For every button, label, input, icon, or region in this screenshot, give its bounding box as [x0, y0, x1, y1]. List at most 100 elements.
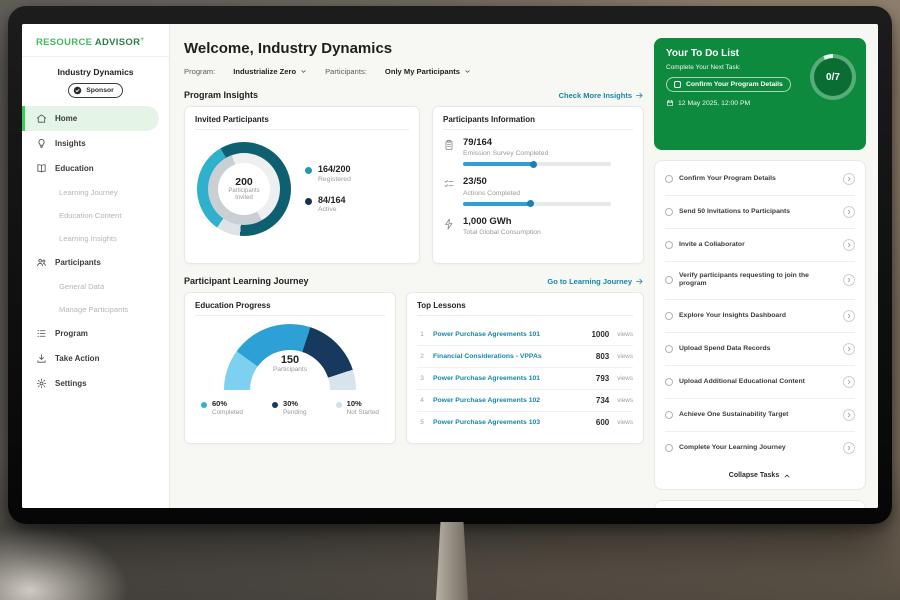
chevron-right-icon[interactable]	[843, 173, 855, 185]
page-title: Welcome, Industry Dynamics	[184, 40, 644, 57]
todo-next-task[interactable]: Confirm Your Program Details	[666, 77, 791, 92]
insights-cards-row: Invited Participants 200 Participants In…	[184, 106, 644, 264]
task-checkbox-icon[interactable]	[665, 411, 673, 419]
survey-icon	[443, 139, 455, 151]
task-item-invite-collaborator[interactable]: Invite a Collaborator	[665, 229, 855, 262]
chevron-right-icon[interactable]	[843, 310, 855, 322]
sidebar-item-education-content[interactable]: Education Content	[22, 204, 159, 227]
task-checkbox-icon[interactable]	[665, 345, 673, 353]
chevron-right-icon[interactable]	[843, 442, 855, 454]
sidebar-item-take-action[interactable]: Take Action	[22, 346, 159, 371]
legend-not-started: 10% Not Started	[336, 400, 379, 416]
task-checkbox-icon[interactable]	[665, 276, 673, 284]
sidebar-item-insights[interactable]: Insights	[22, 131, 159, 156]
donut-center-value: 200	[235, 176, 253, 188]
legend-dot-pending	[272, 402, 278, 408]
invited-donut-chart: 200 Participants Invited	[197, 142, 291, 236]
sidebar-item-general-data[interactable]: General Data	[22, 275, 159, 298]
task-checkbox-icon[interactable]	[665, 444, 673, 452]
chevron-right-icon[interactable]	[843, 343, 855, 355]
lesson-row: 2 Financial Considerations - VPPAs 803 v…	[417, 346, 633, 368]
lesson-link[interactable]: Power Purchase Agreements 102	[433, 397, 590, 404]
task-item-explore-insights[interactable]: Explore Your Insights Dashboard	[665, 300, 855, 333]
task-checkbox-icon[interactable]	[665, 378, 673, 386]
lesson-link[interactable]: Power Purchase Agreements 103	[433, 419, 590, 426]
legend-dot-active	[305, 198, 312, 205]
legend-dot-registered	[305, 167, 312, 174]
sidebar-item-home[interactable]: Home	[22, 106, 159, 131]
chevron-right-icon[interactable]	[843, 239, 855, 251]
task-item-upload-educational-content[interactable]: Upload Additional Educational Content	[665, 366, 855, 399]
lesson-row: 4 Power Purchase Agreements 102 734 view…	[417, 390, 633, 412]
task-item-achieve-target[interactable]: Achieve One Sustainability Target	[665, 399, 855, 432]
collapse-tasks-button[interactable]: Collapse Tasks	[665, 464, 855, 487]
sidebar-item-settings[interactable]: Settings	[22, 371, 159, 396]
app-logo: RESOURCE ADVISOR+	[22, 34, 169, 57]
sidebar-item-education[interactable]: Education	[22, 156, 159, 181]
check-more-insights-link[interactable]: Check More Insights	[559, 91, 644, 100]
legend-active: 84/164 Active	[305, 196, 351, 214]
checkbox-icon[interactable]	[674, 81, 681, 88]
lesson-link[interactable]: Power Purchase Agreements 101	[433, 375, 590, 382]
task-item-verify-participants[interactable]: Verify participants requesting to join t…	[665, 262, 855, 300]
chevron-down-icon	[464, 68, 471, 75]
lesson-row: 1 Power Purchase Agreements 101 1000 vie…	[417, 324, 633, 346]
lessons-card-title: Top Lessons	[417, 301, 633, 316]
task-checkbox-icon[interactable]	[665, 312, 673, 320]
calendar-icon	[666, 99, 674, 107]
info-row-consumption: 1,000 GWh Total Global Consumption	[443, 217, 633, 236]
invited-participants-card: Invited Participants 200 Participants In…	[184, 106, 420, 264]
sponsor-badge: Sponsor	[68, 83, 123, 98]
sidebar-item-program[interactable]: Program	[22, 321, 159, 346]
education-legend: 60% Completed 30% Pending	[195, 390, 385, 416]
sidebar-item-manage-participants[interactable]: Manage Participants	[22, 298, 159, 321]
task-checkbox-icon[interactable]	[665, 175, 673, 183]
task-item-send-invitations[interactable]: Send 50 Invitations to Participants	[665, 196, 855, 229]
info-row-emission-survey: 79/164 Emission Survey Completed	[443, 138, 633, 166]
section-title-program-insights: Program Insights	[184, 90, 258, 100]
sidebar-item-learning-insights[interactable]: Learning Insights	[22, 227, 159, 250]
invited-legend: 164/200 Registered 84/164 Active	[305, 165, 351, 214]
emission-survey-progressbar	[463, 162, 611, 166]
task-checkbox-icon[interactable]	[665, 208, 673, 216]
chevron-right-icon[interactable]	[843, 409, 855, 421]
todo-progress-ring: 0/7	[810, 54, 856, 100]
task-item-upload-spend-data[interactable]: Upload Spend Data Records	[665, 333, 855, 366]
sidebar-item-participants[interactable]: Participants	[22, 250, 159, 275]
top-lessons-card: Top Lessons 1 Power Purchase Agreements …	[406, 292, 644, 444]
task-item-complete-learning-journey[interactable]: Complete Your Learning Journey	[665, 432, 855, 464]
education-progress-card: Education Progress 150 Participants	[184, 292, 396, 444]
learning-cards-row: Education Progress 150 Participants	[184, 292, 644, 444]
lesson-link[interactable]: Financial Considerations - VPPAs	[433, 353, 590, 360]
chevron-right-icon[interactable]	[843, 376, 855, 388]
legend-dot-not-started	[336, 402, 342, 408]
chevron-right-icon[interactable]	[843, 274, 855, 286]
learning-journey-header: Participant Learning Journey Go to Learn…	[184, 276, 644, 286]
main-content: Welcome, Industry Dynamics Program: Indu…	[170, 24, 878, 508]
lesson-row: 3 Power Purchase Agreements 101 793 view…	[417, 368, 633, 390]
participants-filter[interactable]: Only My Participants	[385, 67, 471, 76]
todo-progress-count: 0/7	[826, 72, 840, 83]
dashboard-column: Welcome, Industry Dynamics Program: Indu…	[184, 38, 644, 508]
lesson-link[interactable]: Power Purchase Agreements 101	[433, 331, 585, 338]
task-item-confirm-program[interactable]: Confirm Your Program Details	[665, 163, 855, 196]
invited-card-title: Invited Participants	[195, 115, 409, 130]
participants-filter-label: Participants:	[325, 67, 367, 76]
chevron-right-icon[interactable]	[843, 206, 855, 218]
todo-summary-card: Your To Do List Complete Your Next Task:…	[654, 38, 866, 150]
recent-news-card: Recent News	[654, 500, 866, 508]
task-checkbox-icon[interactable]	[665, 241, 673, 249]
go-to-learning-journey-link[interactable]: Go to Learning Journey	[547, 277, 644, 286]
arrow-right-icon	[635, 277, 644, 286]
download-icon	[36, 353, 47, 364]
sidebar-item-learning-journey[interactable]: Learning Journey	[22, 181, 159, 204]
legend-dot-completed	[201, 402, 207, 408]
legend-completed: 60% Completed	[201, 400, 243, 416]
todo-column: Your To Do List Complete Your Next Task:…	[654, 38, 866, 508]
program-filter[interactable]: Industrialize Zero	[233, 67, 307, 76]
people-icon	[36, 257, 47, 268]
monitor-stand	[436, 522, 468, 600]
filter-bar: Program: Industrialize Zero Participants…	[184, 67, 644, 76]
section-title-learning-journey: Participant Learning Journey	[184, 276, 309, 286]
info-row-actions: 23/50 Actions Completed	[443, 177, 633, 205]
